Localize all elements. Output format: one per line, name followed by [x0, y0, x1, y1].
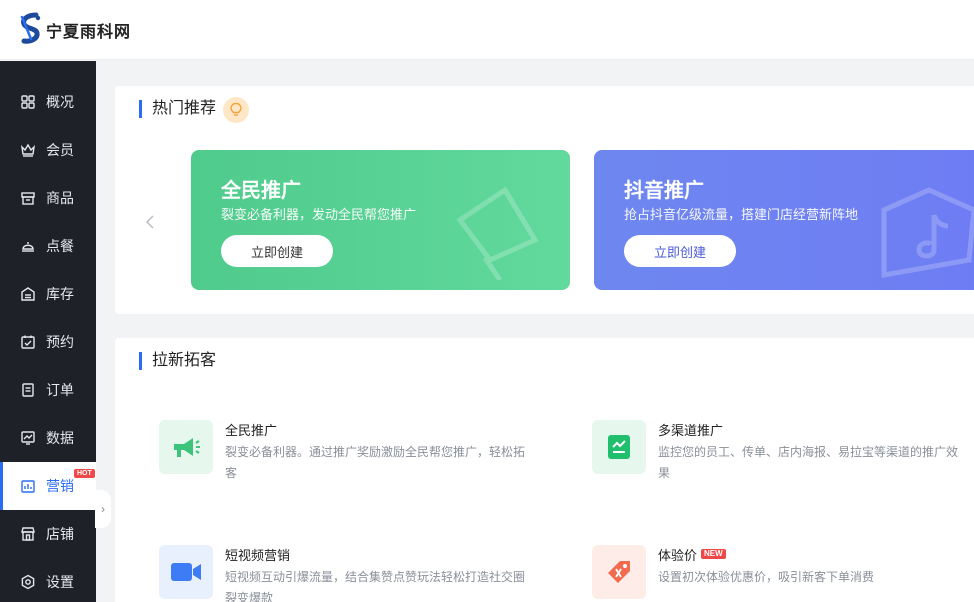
promo-card-referral[interactable]: 全民推广 裂变必备利器，发动全民帮您推广 立即创建	[191, 150, 570, 290]
order-list-icon	[20, 382, 36, 398]
feature-description: 设置初次体验优惠价，吸引新客下单消费	[658, 570, 875, 584]
promo-title: 抖音推广	[624, 180, 704, 202]
calendar-check-icon	[20, 334, 36, 350]
top-header: 宁夏雨科网	[0, 0, 974, 60]
sidebar-item-marketing[interactable]: 营销 HOT	[0, 462, 96, 510]
feature-title: 全民推广	[225, 422, 278, 438]
sidebar-item-label: 库存	[46, 286, 74, 302]
feature-title: 体验价	[658, 547, 698, 563]
sidebar-nav: 概况 会员 商品 点餐 库存 预约 订单 数据 营销 HOT 店铺 设置	[0, 61, 96, 602]
sidebar-item-products[interactable]: 商品	[0, 174, 96, 222]
sidebar-item-members[interactable]: 会员	[0, 126, 96, 174]
sidebar-item-label: 订单	[46, 382, 74, 398]
sidebar-item-label: 营销	[46, 478, 74, 494]
settings-icon	[20, 574, 36, 590]
lightbulb-icon	[223, 97, 249, 123]
sidebar-item-overview[interactable]: 概况	[0, 78, 96, 126]
sidebar-item-label: 点餐	[46, 238, 74, 254]
sidebar-item-orders[interactable]: 订单	[0, 366, 96, 414]
inventory-icon	[20, 286, 36, 302]
section-title: 热门推荐	[139, 100, 216, 118]
grid-icon	[20, 94, 36, 110]
promo-subtitle: 抢占抖音亿级流量，搭建门店经营新阵地	[624, 207, 859, 222]
feature-description: 短视频互动引爆流量，结合集赞点赞玩法轻松打造社交圈裂变爆款	[225, 570, 526, 602]
price-tag-icon	[592, 545, 646, 599]
sidebar-item-label: 店铺	[46, 526, 74, 542]
feature-trial-price[interactable]: 体验价 NEW 设置初次体验优惠价，吸引新客下单消费	[592, 545, 968, 599]
feature-title: 多渠道推广	[658, 422, 724, 438]
store-icon	[20, 190, 36, 206]
feature-description: 监控您的员工、传单、店内海报、易拉宝等渠道的推广效果	[658, 445, 959, 480]
megaphone-icon	[159, 420, 213, 474]
section-title: 拉新拓客	[139, 352, 216, 370]
promo-subtitle: 裂变必备利器，发动全民帮您推广	[221, 207, 417, 222]
sidebar-item-inventory[interactable]: 库存	[0, 270, 96, 318]
promo-card-douyin[interactable]: 抖音推广 抢占抖音亿级流量，搭建门店经营新阵地 立即创建	[594, 150, 974, 290]
submenu-expand-button[interactable]: ›	[95, 490, 111, 528]
brand-name: 宁夏雨科网	[46, 21, 132, 41]
dish-icon	[20, 238, 36, 254]
megaphone-icon	[450, 180, 560, 285]
douyin-shield-icon	[874, 180, 974, 285]
chevron-right-icon: ›	[101, 502, 105, 516]
hot-badge: HOT	[74, 469, 95, 478]
create-now-button[interactable]: 立即创建	[624, 235, 736, 267]
feature-multichannel[interactable]: 多渠道推广 监控您的员工、传单、店内海报、易拉宝等渠道的推广效果	[592, 420, 968, 484]
sidebar-item-label: 数据	[46, 430, 74, 446]
channel-report-icon	[592, 420, 646, 474]
acquire-customers-panel: 拉新拓客 全民推广 裂变必备利器。通过推广奖励激励全民帮您推广，轻松拓客 多渠道…	[115, 338, 974, 602]
feature-title: 短视频营销	[225, 547, 291, 563]
carousel-prev-button[interactable]	[145, 214, 155, 235]
brand-logo-icon[interactable]	[18, 11, 44, 49]
sidebar-item-label: 商品	[46, 190, 74, 206]
feature-referral[interactable]: 全民推广 裂变必备利器。通过推广奖励激励全民帮您推广，轻松拓客	[159, 420, 535, 484]
sidebar-item-label: 会员	[46, 142, 74, 158]
sidebar-item-booking[interactable]: 预约	[0, 318, 96, 366]
video-camera-icon	[159, 545, 213, 599]
sidebar-item-shop[interactable]: 店铺	[0, 510, 96, 558]
sidebar-item-label: 概况	[46, 94, 74, 110]
promo-title: 全民推广	[221, 180, 301, 202]
marketing-icon	[20, 478, 36, 494]
data-chart-icon	[20, 430, 36, 446]
sidebar-item-settings[interactable]: 设置	[0, 558, 96, 602]
hot-recommend-panel: 热门推荐 全民推广 裂变必备利器，发动全民帮您推广 立即创建 抖音推广 抢占抖音…	[115, 86, 974, 314]
sidebar-item-ordering[interactable]: 点餐	[0, 222, 96, 270]
sidebar-item-label: 预约	[46, 334, 74, 350]
crown-icon	[20, 142, 36, 158]
create-now-button[interactable]: 立即创建	[221, 235, 333, 267]
shop-icon	[20, 526, 36, 542]
sidebar-item-data[interactable]: 数据	[0, 414, 96, 462]
sidebar-item-label: 设置	[46, 574, 74, 590]
new-badge: NEW	[701, 549, 726, 559]
feature-description: 裂变必备利器。通过推广奖励激励全民帮您推广，轻松拓客	[225, 445, 526, 480]
feature-short-video[interactable]: 短视频营销 短视频互动引爆流量，结合集赞点赞玩法轻松打造社交圈裂变爆款	[159, 545, 535, 602]
